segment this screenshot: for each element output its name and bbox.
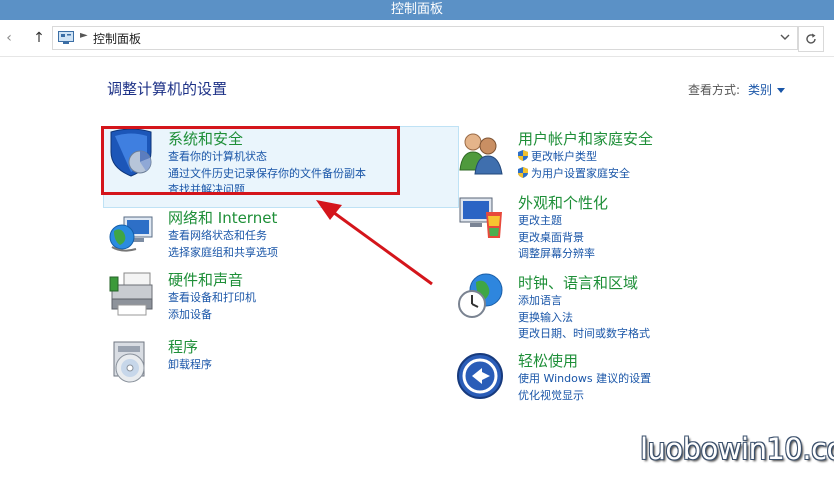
category-appearance[interactable]: 外观和个性化 更改主题 更改桌面背景 调整屏幕分辨率	[456, 192, 756, 262]
window-title: 控制面板	[390, 2, 443, 17]
breadcrumb-separator-icon: ►	[80, 30, 88, 41]
programs-disc-icon	[113, 341, 145, 383]
category-title[interactable]: 轻松使用	[518, 350, 578, 371]
link-homegroup-sharing[interactable]: 选择家庭组和共享选项	[168, 245, 278, 262]
caret-down-icon[interactable]	[777, 88, 786, 93]
category-user-accounts[interactable]: 用户帐户和家庭安全 更改帐户类型 为用户设置家庭安全	[456, 128, 756, 184]
control-panel-icon	[58, 31, 74, 44]
chevron-down-icon[interactable]	[779, 31, 791, 43]
refresh-icon	[806, 33, 816, 44]
link-optimize-visual-display[interactable]: 优化视觉显示	[518, 388, 651, 405]
link-change-theme[interactable]: 更改主题	[518, 213, 595, 230]
uac-shield-icon	[518, 150, 528, 161]
printer-icon	[109, 272, 153, 316]
link-uninstall-program[interactable]: 卸载程序	[168, 357, 212, 374]
category-ease-of-access[interactable]: 轻松使用 使用 Windows 建议的设置 优化视觉显示	[456, 350, 756, 406]
link-family-safety[interactable]: 为用户设置家庭安全	[518, 166, 630, 183]
category-title[interactable]: 网络和 Internet	[168, 207, 277, 228]
back-arrow-icon[interactable]: ‹	[0, 28, 18, 48]
category-title[interactable]: 程序	[168, 336, 198, 357]
link-change-date-time-format[interactable]: 更改日期、时间或数字格式	[518, 326, 650, 343]
ease-of-access-icon	[457, 353, 503, 399]
category-title[interactable]: 时钟、语言和区域	[518, 272, 638, 293]
address-toolbar: ‹ ↑ ► 控制面板	[0, 20, 834, 57]
watermark-text: luobowin10.com	[640, 432, 834, 466]
breadcrumb-control-panel[interactable]: 控制面板	[93, 30, 141, 47]
category-title[interactable]: 用户帐户和家庭安全	[518, 128, 653, 149]
link-windows-recommended-settings[interactable]: 使用 Windows 建议的设置	[518, 371, 651, 388]
category-network-internet[interactable]: 网络和 Internet 查看网络状态和任务 选择家庭组和共享选项	[106, 207, 406, 263]
up-arrow-icon[interactable]: ↑	[30, 28, 48, 48]
monitor-paint-icon	[459, 197, 502, 238]
view-by-control: 查看方式: 类别	[688, 81, 786, 98]
link-change-account-type[interactable]: 更改帐户类型	[518, 149, 630, 166]
category-clock-language-region[interactable]: 时钟、语言和区域 添加语言 更换输入法 更改日期、时间或数字格式	[456, 272, 756, 342]
annotation-highlight-box	[101, 126, 400, 195]
category-programs[interactable]: 程序 卸载程序	[106, 336, 406, 386]
link-devices-printers[interactable]: 查看设备和打印机	[168, 290, 256, 307]
refresh-button[interactable]	[798, 26, 824, 52]
link-change-input-method[interactable]: 更换输入法	[518, 310, 650, 327]
view-by-label: 查看方式:	[688, 83, 741, 97]
clock-globe-icon	[458, 273, 503, 318]
address-input[interactable]: ► 控制面板	[52, 26, 798, 50]
view-by-dropdown[interactable]: 类别	[748, 83, 772, 97]
network-globe-icon	[109, 216, 153, 252]
link-add-device[interactable]: 添加设备	[168, 307, 256, 324]
users-icon	[459, 133, 503, 175]
window-title-bar: 控制面板	[0, 0, 834, 20]
link-change-desktop-background[interactable]: 更改桌面背景	[518, 230, 595, 247]
link-adjust-resolution[interactable]: 调整屏幕分辨率	[518, 246, 595, 263]
link-network-status[interactable]: 查看网络状态和任务	[168, 228, 278, 245]
category-hardware-sound[interactable]: 硬件和声音 查看设备和打印机 添加设备	[106, 269, 406, 325]
category-title[interactable]: 硬件和声音	[168, 269, 243, 290]
category-title[interactable]: 外观和个性化	[518, 192, 608, 213]
page-title: 调整计算机的设置	[107, 80, 228, 98]
uac-shield-icon	[518, 166, 528, 178]
link-add-language[interactable]: 添加语言	[518, 293, 650, 310]
